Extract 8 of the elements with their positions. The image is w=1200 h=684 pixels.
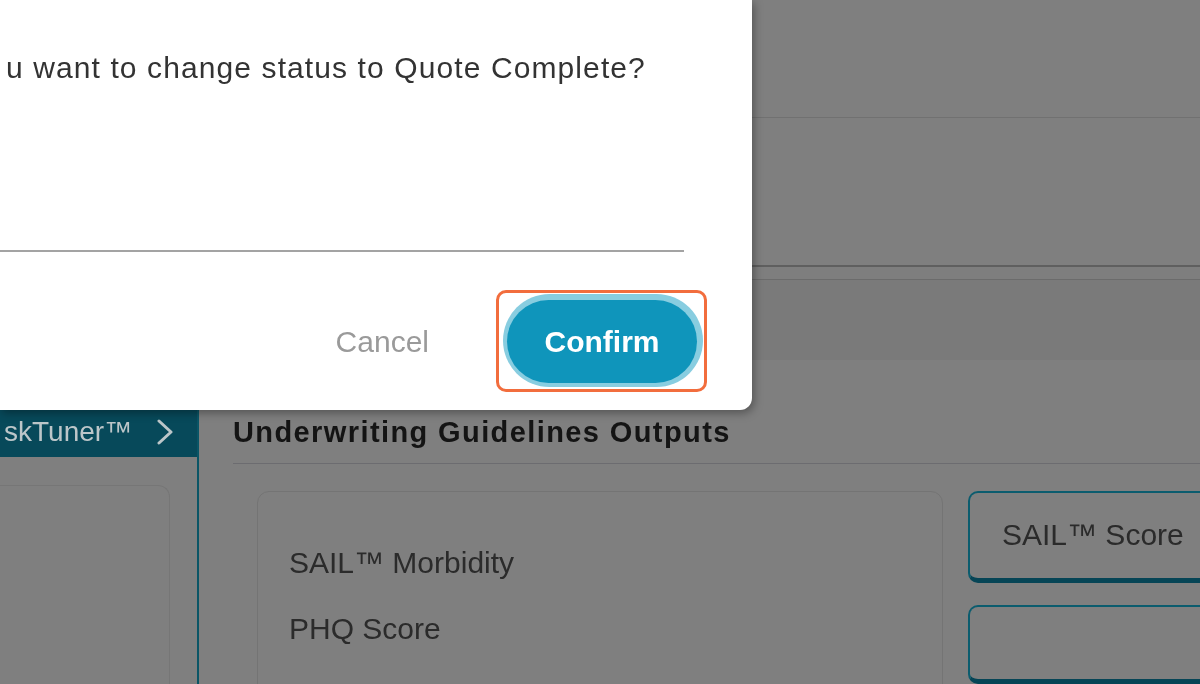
output-label: SAIL™ Morbidity <box>289 546 515 580</box>
score-label: SAIL™ Score <box>1002 518 1184 553</box>
output-label: PHQ Score <box>289 612 441 646</box>
sidebar-header-title: skTuner™ <box>4 415 133 449</box>
section-heading: Underwriting Guidelines Outputs <box>233 415 731 449</box>
chevron-right-icon[interactable] <box>157 419 173 445</box>
cancel-button[interactable]: Cancel <box>331 311 433 372</box>
dialog-message: u want to change status to Quote Complete? <box>6 50 646 86</box>
